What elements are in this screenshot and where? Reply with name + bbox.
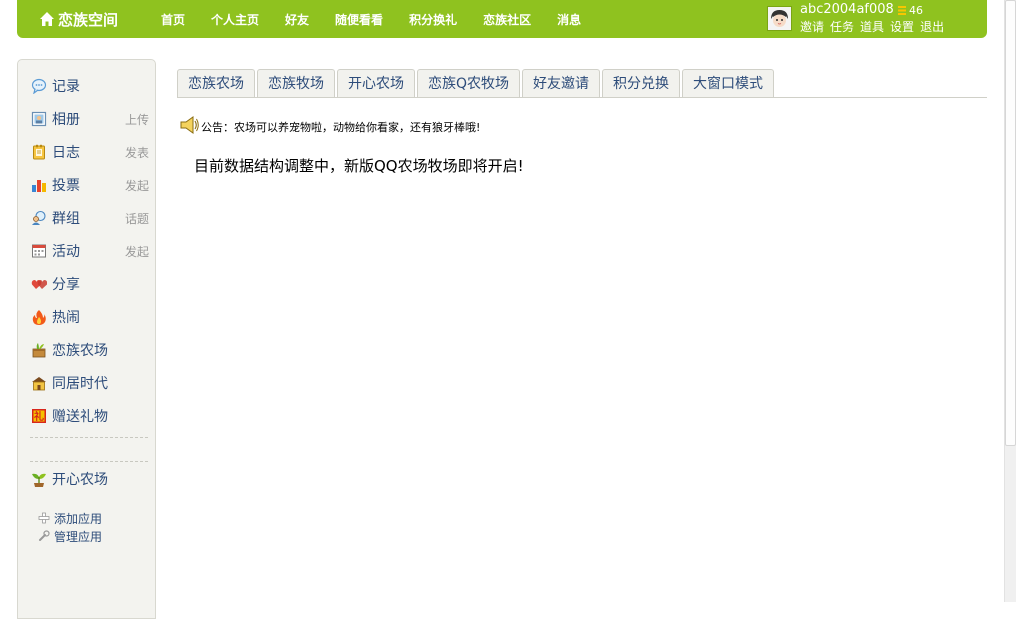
status-message: 目前数据结构调整中，新版QQ农场牧场即将开启!	[194, 157, 524, 175]
event-icon	[32, 244, 46, 258]
wrench-icon	[39, 530, 50, 541]
sidebar-item-label: 分享	[52, 277, 80, 293]
tab-invite-friends[interactable]: 好友邀请	[522, 69, 601, 97]
topic-link[interactable]: 话题	[125, 210, 149, 227]
tab-bar: 恋族农场 恋族牧场 开心农场 恋族Q农牧场 好友邀请 积分兑换 大窗口模式	[177, 69, 776, 97]
album-icon	[31, 111, 47, 127]
coin-count: 46	[909, 4, 923, 17]
items-link[interactable]: 道具	[860, 18, 884, 35]
sidebar-item-label: 日志	[52, 145, 80, 161]
coin-balance: 46	[898, 4, 923, 17]
sidebar: 记录 相册 上传 日志 发表 投票 发起 群组 话题 活动 发起 分享 热闹 恋…	[17, 59, 156, 619]
avatar-face-icon	[768, 7, 791, 30]
sidebar-item-share[interactable]: 分享	[31, 273, 149, 295]
avatar[interactable]	[767, 6, 792, 31]
invite-link[interactable]: 邀请	[800, 18, 824, 35]
sidebar-divider	[30, 461, 148, 462]
sidebar-item-blog[interactable]: 日志 发表	[31, 141, 149, 163]
sidebar-item-happy-farm[interactable]: 开心农场	[31, 468, 149, 490]
hot-icon	[32, 310, 46, 325]
farm-icon	[32, 343, 46, 358]
manage-app-link[interactable]: 管理应用	[38, 528, 102, 544]
tab-divider	[177, 97, 987, 98]
logout-link[interactable]: 退出	[920, 18, 944, 35]
scrollbar-thumb[interactable]	[1005, 0, 1016, 446]
share-icon	[31, 280, 47, 289]
sidebar-divider	[30, 437, 148, 438]
nav-community[interactable]: 恋族社区	[483, 11, 531, 28]
sidebar-item-label: 热闹	[52, 310, 80, 326]
sidebar-item-label: 开心农场	[52, 472, 108, 488]
sidebar-item-label: 同居时代	[52, 376, 108, 392]
record-icon	[31, 78, 47, 94]
house-icon	[32, 377, 46, 391]
sidebar-item-label: 相册	[52, 112, 80, 128]
top-header: 恋族空间 首页 个人主页 好友 随便看看 积分换礼 恋族社区 消息 abc200…	[17, 0, 987, 38]
tab-points-exchange[interactable]: 积分兑换	[602, 69, 681, 97]
main-nav: 首页 个人主页 好友 随便看看 积分换礼 恋族社区 消息	[161, 11, 607, 28]
group-icon	[32, 210, 46, 225]
sidebar-item-gift[interactable]: 礼 赠送礼物	[31, 405, 149, 427]
sidebar-item-label: 记录	[52, 79, 80, 95]
publish-link[interactable]: 发表	[125, 144, 149, 161]
user-links: 邀请 任务 道具 设置 退出	[800, 18, 950, 35]
sidebar-item-label: 投票	[52, 178, 80, 194]
sidebar-item-label: 恋族农场	[52, 343, 108, 359]
start-event-link[interactable]: 发起	[125, 243, 149, 260]
blog-icon	[33, 144, 45, 160]
user-box: abc2004af008 46 邀请 任务 道具 设置 退出	[767, 2, 987, 35]
tab-lz-ranch[interactable]: 恋族牧场	[257, 69, 335, 97]
nav-browse[interactable]: 随便看看	[335, 11, 383, 28]
add-app-label: 添加应用	[54, 511, 103, 526]
home-icon	[40, 12, 54, 26]
sidebar-item-event[interactable]: 活动 发起	[31, 240, 149, 262]
nav-points-gifts[interactable]: 积分换礼	[409, 11, 457, 28]
nav-home[interactable]: 首页	[161, 11, 185, 28]
tab-lz-q-farm-ranch[interactable]: 恋族Q农牧场	[417, 69, 521, 97]
tab-lz-farm[interactable]: 恋族农场	[177, 69, 255, 97]
nav-profile[interactable]: 个人主页	[211, 11, 259, 28]
svg-text:礼: 礼	[34, 410, 44, 423]
sidebar-item-lz-farm[interactable]: 恋族农场	[31, 339, 149, 361]
sidebar-item-label: 群组	[52, 211, 80, 227]
sidebar-item-poll[interactable]: 投票 发起	[31, 174, 149, 196]
sidebar-item-hot[interactable]: 热闹	[31, 306, 149, 328]
manage-app-label: 管理应用	[54, 529, 103, 544]
sidebar-item-label: 活动	[52, 244, 80, 260]
username-link[interactable]: abc2004af008	[800, 2, 894, 17]
coin-icon	[898, 6, 906, 15]
nav-friends[interactable]: 好友	[285, 11, 309, 28]
sprout-icon	[32, 473, 46, 487]
site-logo[interactable]: 恋族空间	[39, 9, 118, 29]
tab-happy-farm[interactable]: 开心农场	[337, 69, 415, 97]
sidebar-item-cohabit[interactable]: 同居时代	[31, 372, 149, 394]
nav-messages[interactable]: 消息	[557, 11, 581, 28]
sidebar-item-group[interactable]: 群组 话题	[31, 207, 149, 229]
sidebar-item-album[interactable]: 相册 上传	[31, 108, 149, 130]
announcement-text: 公告：农场可以养宠物啦，动物给你看家，还有狼牙棒哦!	[201, 121, 481, 134]
add-app-link[interactable]: 添加应用	[38, 510, 102, 526]
gift-icon: 礼	[32, 409, 46, 423]
sidebar-item-record[interactable]: 记录	[31, 75, 149, 97]
tab-large-window[interactable]: 大窗口模式	[682, 69, 775, 97]
start-poll-link[interactable]: 发起	[125, 177, 149, 194]
speaker-icon	[180, 116, 199, 134]
upload-link[interactable]: 上传	[125, 111, 149, 128]
announcement: 公告：农场可以养宠物啦，动物给你看家，还有狼牙棒哦!	[178, 114, 480, 136]
settings-link[interactable]: 设置	[890, 18, 914, 35]
sidebar-item-label: 赠送礼物	[52, 409, 108, 425]
logo-text: 恋族空间	[58, 10, 119, 29]
poll-icon	[32, 180, 46, 192]
tasks-link[interactable]: 任务	[830, 18, 854, 35]
plus-icon	[38, 512, 50, 524]
